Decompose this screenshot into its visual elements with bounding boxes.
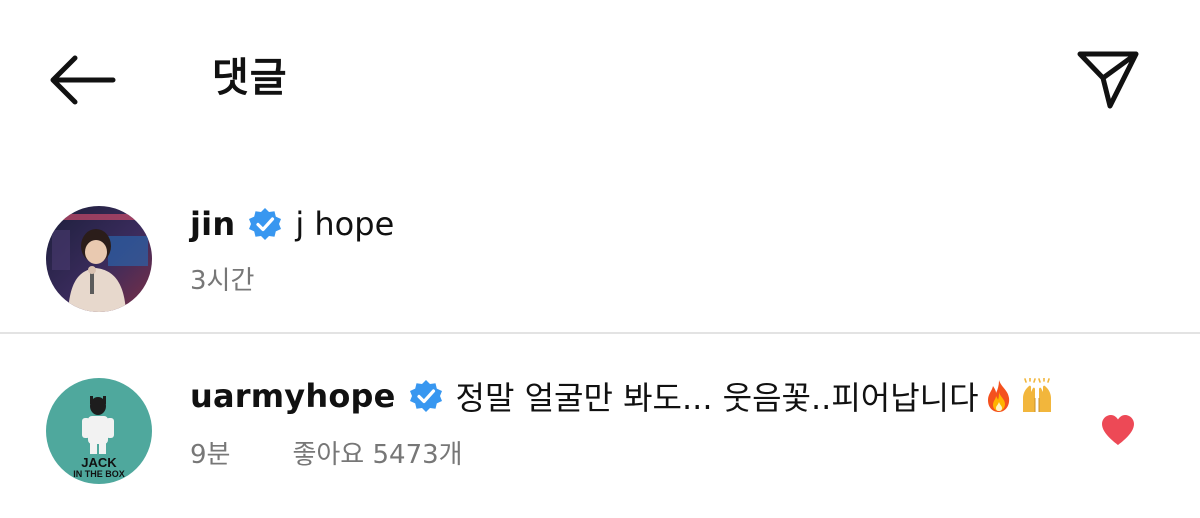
avatar-photo: JACK IN THE BOX — [46, 378, 152, 484]
verified-badge-icon — [247, 206, 283, 242]
likes-count[interactable]: 좋아요 5473개 — [292, 434, 462, 471]
comment-body: 정말 얼굴만 봐도... 웃음꽃..피어납니다 — [455, 379, 979, 417]
comment-line: uarmyhope 정말 얼굴만 봐도... 웃음꽃..피어납니다 — [190, 372, 1055, 420]
svg-text:JACK: JACK — [81, 455, 117, 470]
timestamp: 9분 — [190, 439, 231, 470]
share-button[interactable] — [1066, 40, 1150, 116]
divider — [0, 332, 1200, 334]
timestamp: 3시간 — [190, 265, 255, 296]
fire-emoji-icon — [981, 378, 1017, 414]
paper-plane-icon — [1077, 51, 1139, 109]
comment-meta: 9분 좋아요 5473개 — [190, 432, 463, 472]
post-caption: jin j hope 3시간 — [0, 200, 1200, 320]
comment-item: JACK IN THE BOX uarmyhope 정말 얼굴만 봐도... 웃… — [0, 368, 1200, 498]
like-button[interactable] — [1096, 408, 1140, 452]
page-title: 댓글 — [212, 55, 288, 101]
username[interactable]: jin — [190, 205, 235, 243]
caption-text: j hope — [295, 205, 395, 243]
raising-hands-emoji-icon — [1019, 378, 1055, 414]
back-button[interactable] — [40, 44, 124, 116]
arrow-left-icon — [50, 55, 116, 105]
svg-text:IN THE BOX: IN THE BOX — [73, 469, 125, 479]
heart-filled-icon — [1102, 415, 1134, 445]
header-bar: 댓글 — [0, 0, 1200, 160]
avatar[interactable] — [46, 206, 152, 312]
comment-text: 정말 얼굴만 봐도... 웃음꽃..피어납니다 — [456, 373, 1055, 419]
avatar[interactable]: JACK IN THE BOX — [46, 378, 152, 484]
caption-line: jin j hope — [190, 200, 394, 248]
caption-meta: 3시간 — [190, 258, 254, 298]
verified-badge-icon — [408, 378, 444, 414]
username[interactable]: uarmyhope — [190, 377, 396, 415]
avatar-photo — [46, 206, 152, 312]
